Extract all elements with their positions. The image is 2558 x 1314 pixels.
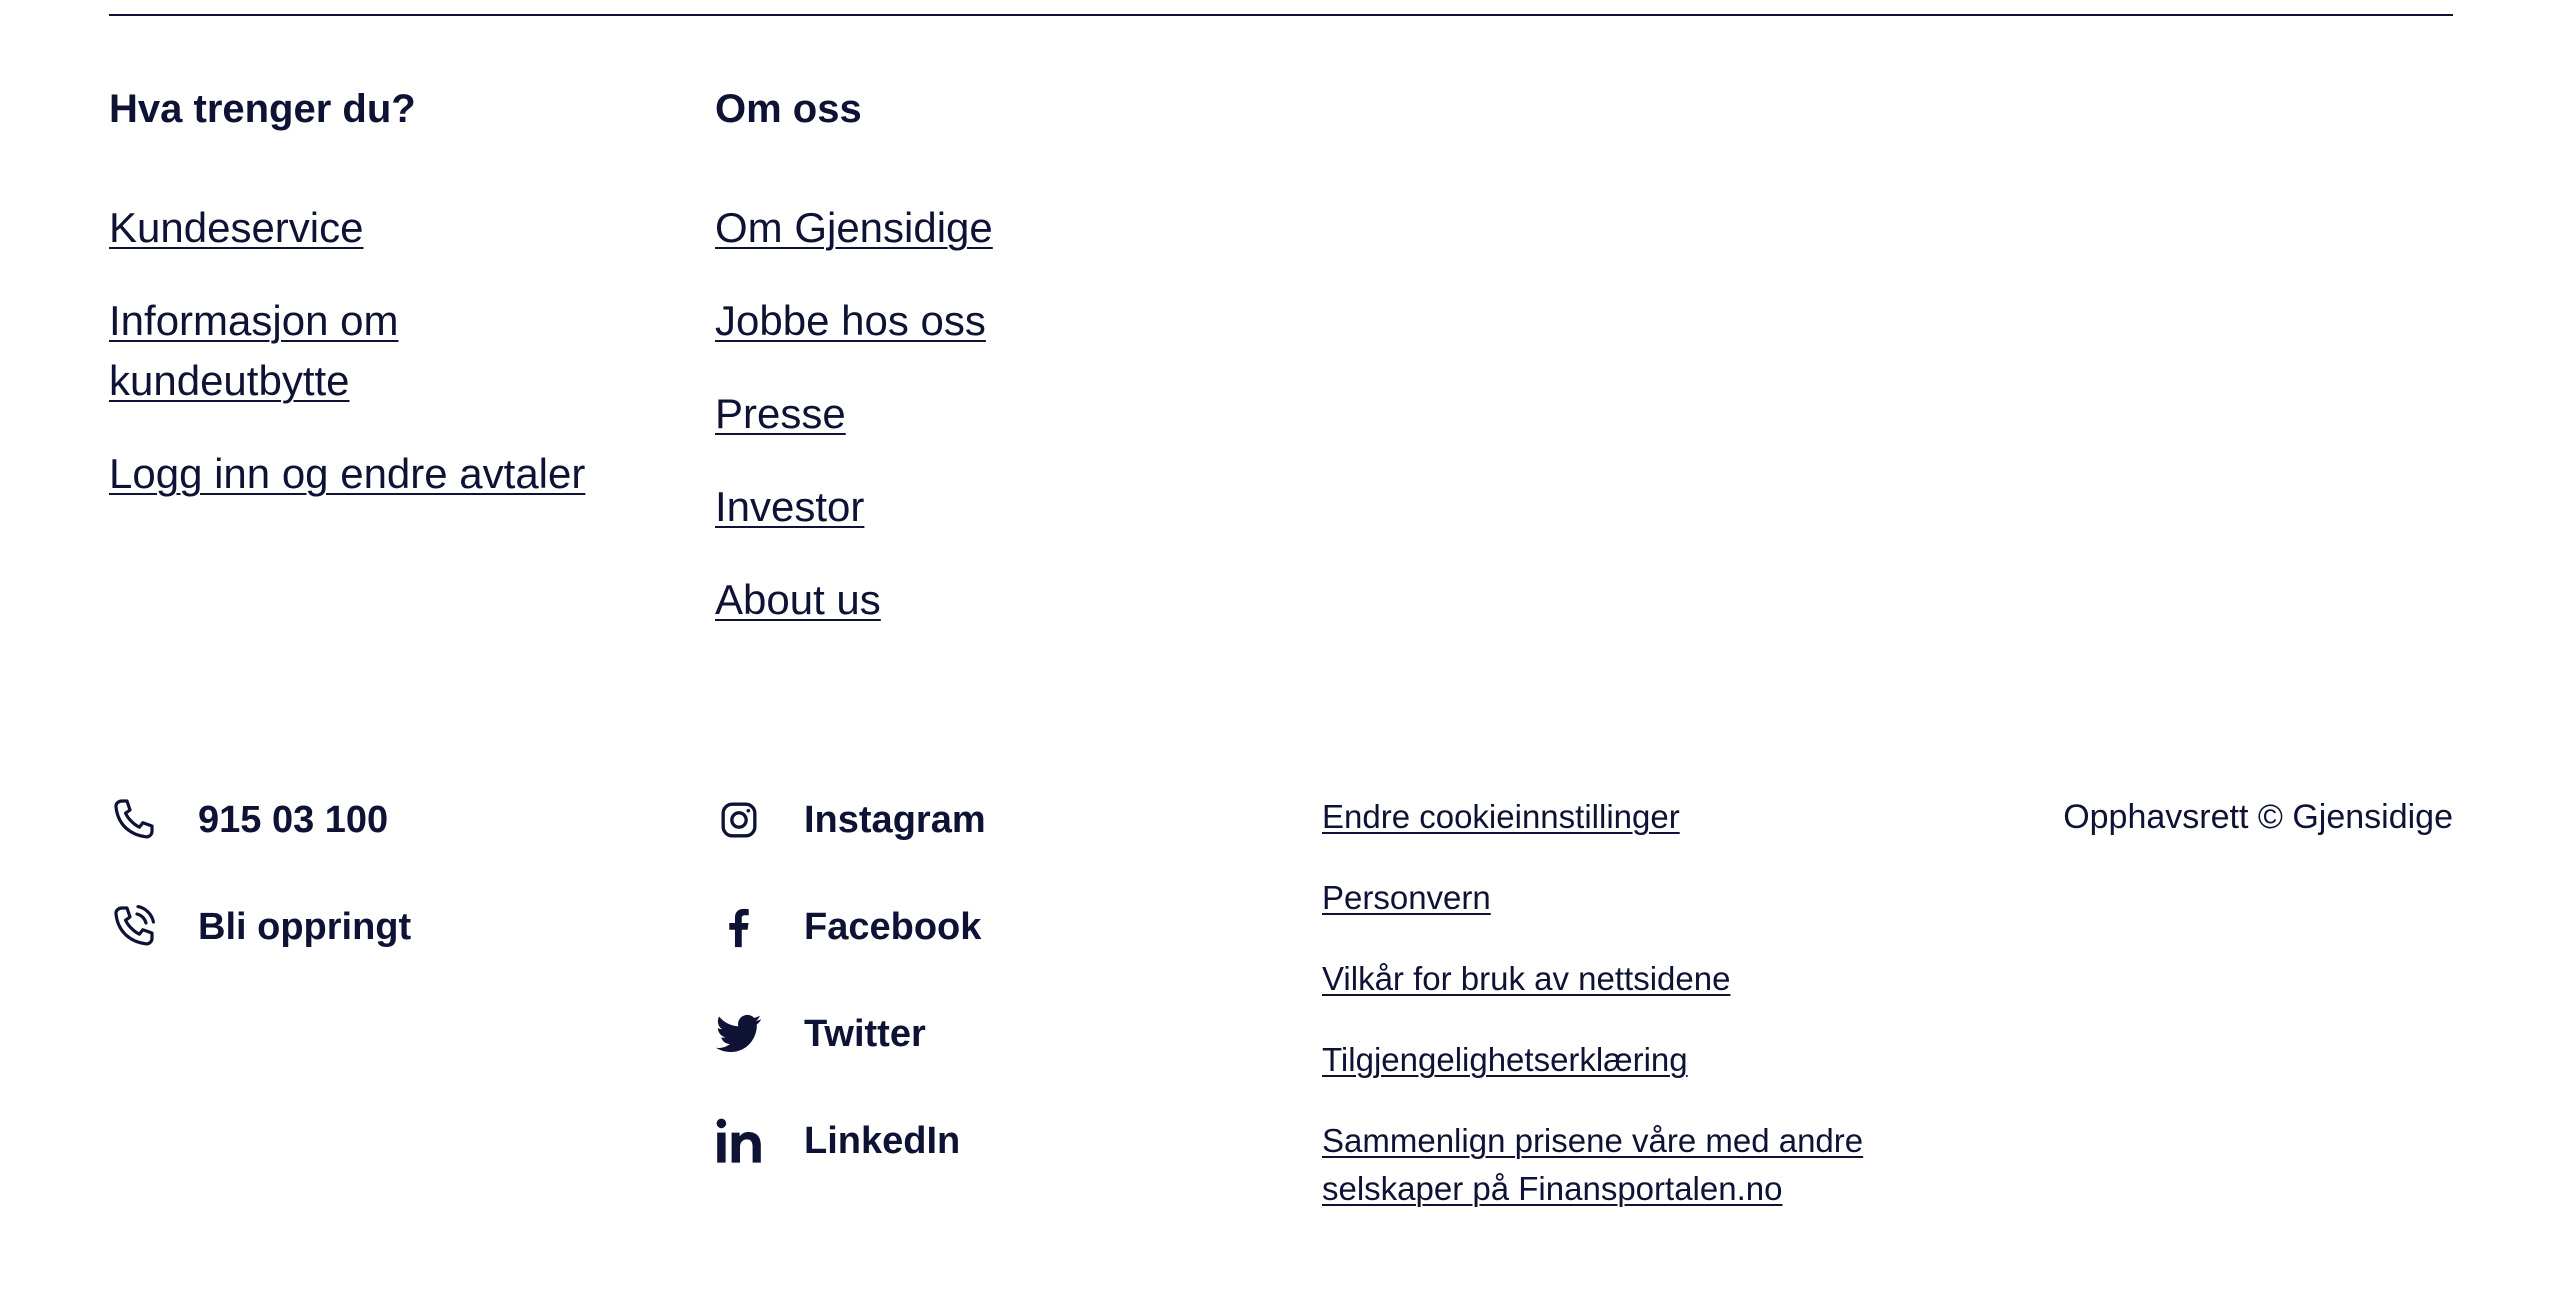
facebook-label: Facebook — [804, 906, 982, 948]
link-finansportalen[interactable]: Sammenlign prisene våre med andre selska… — [1322, 1122, 1863, 1207]
callback-label: Bli oppringt — [198, 906, 412, 948]
instagram-link[interactable]: Instagram — [715, 790, 986, 850]
about-section-heading: Om oss — [715, 87, 862, 131]
link-tilgjengelighet[interactable]: Tilgjengelighetserklæring — [1322, 1041, 1688, 1078]
link-about-us[interactable]: About us — [715, 570, 881, 630]
phone-ringing-icon — [109, 903, 157, 951]
phone-contact[interactable]: 915 03 100 — [109, 790, 388, 850]
link-cookie-settings[interactable]: Endre cookieinnstillinger — [1322, 798, 1680, 835]
facebook-icon — [715, 903, 763, 951]
linkedin-icon — [715, 1117, 763, 1165]
twitter-link[interactable]: Twitter — [715, 1004, 926, 1064]
footer-top-divider — [109, 14, 2453, 16]
copyright-notice: Opphavsrett © Gjensidige — [2063, 798, 2453, 836]
need-section-heading: Hva trenger du? — [109, 87, 416, 131]
phone-number: 915 03 100 — [198, 799, 389, 841]
about-section-links: Om Gjensidige Jobbe hos oss Presse Inves… — [715, 198, 993, 663]
linkedin-link[interactable]: LinkedIn — [715, 1111, 960, 1171]
need-section-links: Kundeservice Informasjon om kundeutbytte… — [109, 198, 589, 537]
phone-icon — [109, 796, 157, 844]
link-kundeservice[interactable]: Kundeservice — [109, 198, 589, 258]
link-investor[interactable]: Investor — [715, 477, 864, 537]
legal-links: Endre cookieinnstillinger Personvern Vil… — [1322, 793, 1882, 1246]
facebook-link[interactable]: Facebook — [715, 897, 981, 957]
link-presse[interactable]: Presse — [715, 384, 846, 444]
link-kundeutbytte[interactable]: Informasjon om kundeutbytte — [109, 291, 589, 411]
linkedin-label: LinkedIn — [804, 1120, 961, 1162]
twitter-label: Twitter — [804, 1013, 926, 1055]
link-om-gjensidige[interactable]: Om Gjensidige — [715, 198, 993, 258]
link-logg-inn[interactable]: Logg inn og endre avtaler — [109, 444, 589, 504]
instagram-label: Instagram — [804, 799, 986, 841]
callback-contact[interactable]: Bli oppringt — [109, 897, 411, 957]
link-jobbe-hos-oss[interactable]: Jobbe hos oss — [715, 291, 986, 351]
link-personvern[interactable]: Personvern — [1322, 879, 1491, 916]
twitter-icon — [715, 1010, 763, 1058]
instagram-icon — [715, 796, 763, 844]
link-vilkar[interactable]: Vilkår for bruk av nettsidene — [1322, 960, 1730, 997]
